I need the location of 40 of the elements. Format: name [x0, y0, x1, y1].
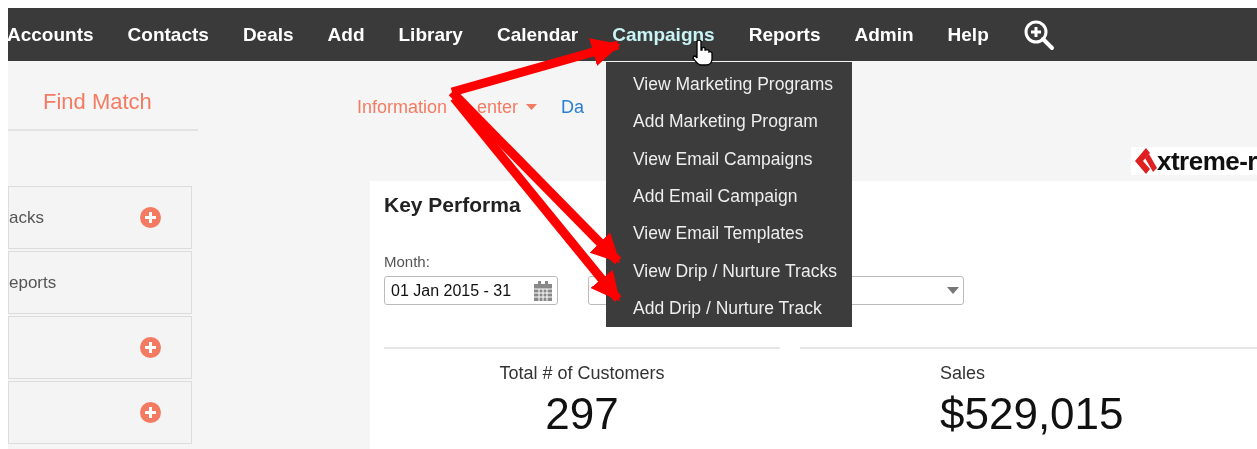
sidebar-label: acks — [9, 207, 44, 228]
menu-item[interactable]: Add Drip / Nurture Track — [633, 289, 822, 327]
nav-item[interactable]: Reports — [748, 23, 821, 46]
find-match-title: Find Match — [42, 88, 153, 111]
menu-item[interactable]: Add Email Campaign — [633, 177, 798, 216]
caret-icon — [526, 104, 538, 110]
nav-item[interactable]: Library — [398, 23, 463, 46]
sidebar-panel[interactable] — [8, 316, 192, 379]
panel-title: Key Performa — [384, 193, 521, 217]
add-icon[interactable] — [140, 337, 161, 358]
month-label: Month: — [384, 253, 431, 270]
nav-item[interactable]: Calendar — [496, 23, 579, 46]
add-icon[interactable] — [140, 402, 161, 423]
date-range-field[interactable]: 01 Jan 2015 - 31 — [384, 276, 558, 305]
nav-item[interactable]: Campaigns — [612, 23, 715, 46]
menu-item[interactable]: Add Marketing Program — [633, 103, 818, 141]
add-icon[interactable] — [140, 207, 161, 228]
menu-item[interactable]: View Marketing Programs — [633, 66, 834, 104]
sidebar-label: eports — [9, 272, 57, 293]
sidebar-panel[interactable]: eports — [8, 251, 192, 314]
company-logo: xtreme-r — [1130, 147, 1257, 175]
metric-label: Total # of Customers — [499, 363, 665, 384]
metric-label: Sales — [940, 363, 986, 384]
caret-icon — [947, 287, 959, 294]
metric-value: $529,015 — [940, 392, 1124, 436]
nav-item[interactable]: Help — [947, 23, 989, 46]
calendar-icon[interactable] — [533, 279, 553, 302]
nav-item[interactable]: Admin — [854, 23, 914, 46]
menu-item[interactable]: View Email Campaigns — [633, 140, 813, 178]
nav-item[interactable]: Accounts — [8, 23, 94, 46]
nav-item[interactable]: Add — [327, 23, 365, 46]
metric-value: 297 — [545, 392, 619, 436]
nav-link[interactable]: Da — [561, 96, 585, 118]
menu-item[interactable]: View Drip / Nurture Tracks — [633, 252, 837, 290]
sidebar-panel[interactable] — [8, 381, 192, 444]
zoom-in-icon[interactable] — [1022, 18, 1055, 51]
nav-item[interactable]: Deals — [242, 23, 294, 46]
nav-item[interactable]: Contacts — [127, 23, 209, 46]
sidebar-panel[interactable]: acks — [8, 186, 192, 249]
menu-item[interactable]: View Email Templates — [633, 215, 804, 253]
